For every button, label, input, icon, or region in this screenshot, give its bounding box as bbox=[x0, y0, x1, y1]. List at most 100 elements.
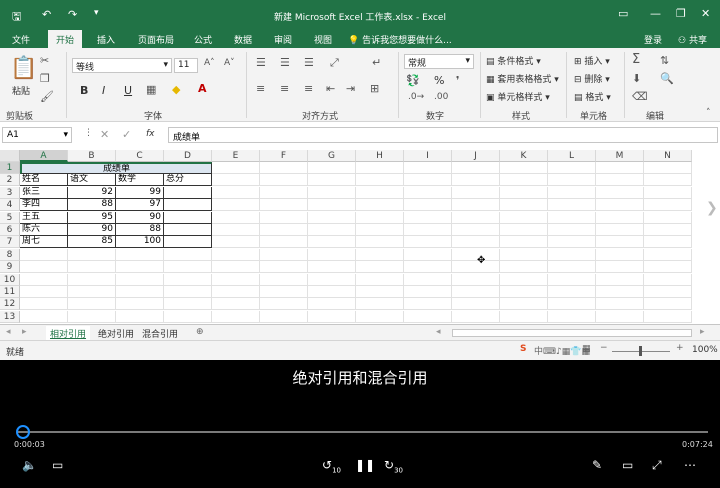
shrink-font-icon[interactable]: A˅ bbox=[224, 58, 235, 68]
cell-j10[interactable] bbox=[452, 273, 500, 286]
column-header-k[interactable]: K bbox=[500, 150, 548, 162]
table-data-cell[interactable]: 90 bbox=[116, 211, 164, 224]
cell-c10[interactable] bbox=[116, 273, 164, 286]
cell-i3[interactable] bbox=[404, 186, 452, 199]
clear-icon[interactable]: ⌫ bbox=[632, 90, 648, 103]
comma-style-icon[interactable]: ❜ bbox=[456, 74, 460, 87]
cell-f7[interactable] bbox=[260, 236, 308, 249]
cell-j12[interactable] bbox=[452, 298, 500, 311]
cell-e12[interactable] bbox=[212, 298, 260, 311]
cell-j7[interactable] bbox=[452, 236, 500, 249]
table-header-cell[interactable]: 数学 bbox=[116, 174, 164, 187]
cell-e7[interactable] bbox=[212, 236, 260, 249]
bold-button[interactable]: B bbox=[80, 84, 88, 97]
cell-g11[interactable] bbox=[308, 286, 356, 298]
cell-k9[interactable] bbox=[500, 261, 548, 274]
column-header-c[interactable]: C bbox=[116, 150, 164, 162]
column-header-a[interactable]: A bbox=[20, 150, 68, 162]
column-header-b[interactable]: B bbox=[68, 150, 116, 162]
cell-e2[interactable] bbox=[212, 174, 260, 187]
collapse-ribbon-icon[interactable]: ˄ bbox=[706, 108, 711, 118]
cell-f9[interactable] bbox=[260, 261, 308, 274]
align-top-icon[interactable]: ☰ bbox=[256, 56, 266, 69]
volume-icon[interactable]: 🔈 bbox=[22, 458, 37, 472]
cell-b12[interactable] bbox=[68, 298, 116, 311]
cell-n1[interactable] bbox=[644, 162, 692, 174]
cell-e5[interactable] bbox=[212, 211, 260, 224]
cell-n7[interactable] bbox=[644, 236, 692, 249]
table-data-cell[interactable]: 陈六 bbox=[20, 224, 68, 236]
cell-g8[interactable] bbox=[308, 248, 356, 261]
sort-filter-icon[interactable]: ⇅ bbox=[660, 54, 669, 67]
cell-n12[interactable] bbox=[644, 298, 692, 311]
table-title-cell[interactable]: 成绩单 bbox=[20, 162, 212, 174]
cell-h3[interactable] bbox=[356, 186, 404, 199]
cell-d10[interactable] bbox=[164, 273, 212, 286]
cell-m8[interactable] bbox=[596, 248, 644, 261]
cell-b11[interactable] bbox=[68, 286, 116, 298]
row-header-4[interactable]: 4 bbox=[0, 199, 20, 212]
cell-b10[interactable] bbox=[68, 273, 116, 286]
table-data-cell[interactable] bbox=[164, 224, 212, 236]
cell-h9[interactable] bbox=[356, 261, 404, 274]
cell-m5[interactable] bbox=[596, 211, 644, 224]
cell-c13[interactable] bbox=[116, 310, 164, 323]
tell-me-box[interactable]: 💡 告诉我您想要做什么... bbox=[348, 33, 452, 46]
cell-f13[interactable] bbox=[260, 310, 308, 323]
cell-i8[interactable] bbox=[404, 248, 452, 261]
cell-f10[interactable] bbox=[260, 273, 308, 286]
cell-j3[interactable] bbox=[452, 186, 500, 199]
cell-f5[interactable] bbox=[260, 211, 308, 224]
captions-icon[interactable]: ▭ bbox=[52, 458, 63, 472]
cell-e13[interactable] bbox=[212, 310, 260, 323]
cell-e8[interactable] bbox=[212, 248, 260, 261]
cell-a10[interactable] bbox=[20, 273, 68, 286]
cell-d9[interactable] bbox=[164, 261, 212, 274]
row-header-5[interactable]: 5 bbox=[0, 211, 20, 224]
column-header-g[interactable]: G bbox=[308, 150, 356, 162]
row-header-12[interactable]: 12 bbox=[0, 298, 20, 311]
tab-formulas[interactable]: 公式 bbox=[194, 33, 212, 46]
cell-h7[interactable] bbox=[356, 236, 404, 249]
cell-i9[interactable] bbox=[404, 261, 452, 274]
cell-k12[interactable] bbox=[500, 298, 548, 311]
cell-c11[interactable] bbox=[116, 286, 164, 298]
video-progress-track[interactable] bbox=[18, 431, 708, 433]
cell-k2[interactable] bbox=[500, 174, 548, 187]
row-header-9[interactable]: 9 bbox=[0, 261, 20, 274]
cell-e6[interactable] bbox=[212, 224, 260, 236]
cell-k3[interactable] bbox=[500, 186, 548, 199]
cell-n6[interactable] bbox=[644, 224, 692, 236]
cell-d13[interactable] bbox=[164, 310, 212, 323]
cell-b8[interactable] bbox=[68, 248, 116, 261]
cell-f8[interactable] bbox=[260, 248, 308, 261]
normal-view-icon[interactable]: ▦ bbox=[582, 344, 591, 354]
cell-f1[interactable] bbox=[260, 162, 308, 174]
cell-g1[interactable] bbox=[308, 162, 356, 174]
cell-b9[interactable] bbox=[68, 261, 116, 274]
tab-page-layout[interactable]: 页面布局 bbox=[138, 33, 174, 46]
cell-k7[interactable] bbox=[500, 236, 548, 249]
font-size-select[interactable]: 11 bbox=[174, 58, 198, 73]
column-header-i[interactable]: I bbox=[404, 150, 452, 162]
table-data-cell[interactable]: 周七 bbox=[20, 236, 68, 249]
cell-g2[interactable] bbox=[308, 174, 356, 187]
table-data-cell[interactable]: 李四 bbox=[20, 199, 68, 212]
cell-l1[interactable] bbox=[548, 162, 596, 174]
cell-e3[interactable] bbox=[212, 186, 260, 199]
table-data-cell[interactable]: 85 bbox=[68, 236, 116, 249]
table-data-cell[interactable]: 97 bbox=[116, 199, 164, 212]
formula-input[interactable]: 成绩单 bbox=[168, 127, 718, 143]
cell-m12[interactable] bbox=[596, 298, 644, 311]
decrease-decimal-icon[interactable]: .00 bbox=[434, 92, 448, 102]
cell-g3[interactable] bbox=[308, 186, 356, 199]
table-header-cell[interactable]: 姓名 bbox=[20, 174, 68, 187]
cell-n2[interactable] bbox=[644, 174, 692, 187]
forward-button[interactable]: ↻30 bbox=[384, 458, 403, 474]
cell-k13[interactable] bbox=[500, 310, 548, 323]
close-button[interactable]: ✕ bbox=[701, 7, 710, 20]
row-header-3[interactable]: 3 bbox=[0, 186, 20, 199]
format-as-table-button[interactable]: ▦ 套用表格格式 ▾ bbox=[486, 72, 559, 85]
table-data-cell[interactable]: 100 bbox=[116, 236, 164, 249]
cell-d11[interactable] bbox=[164, 286, 212, 298]
